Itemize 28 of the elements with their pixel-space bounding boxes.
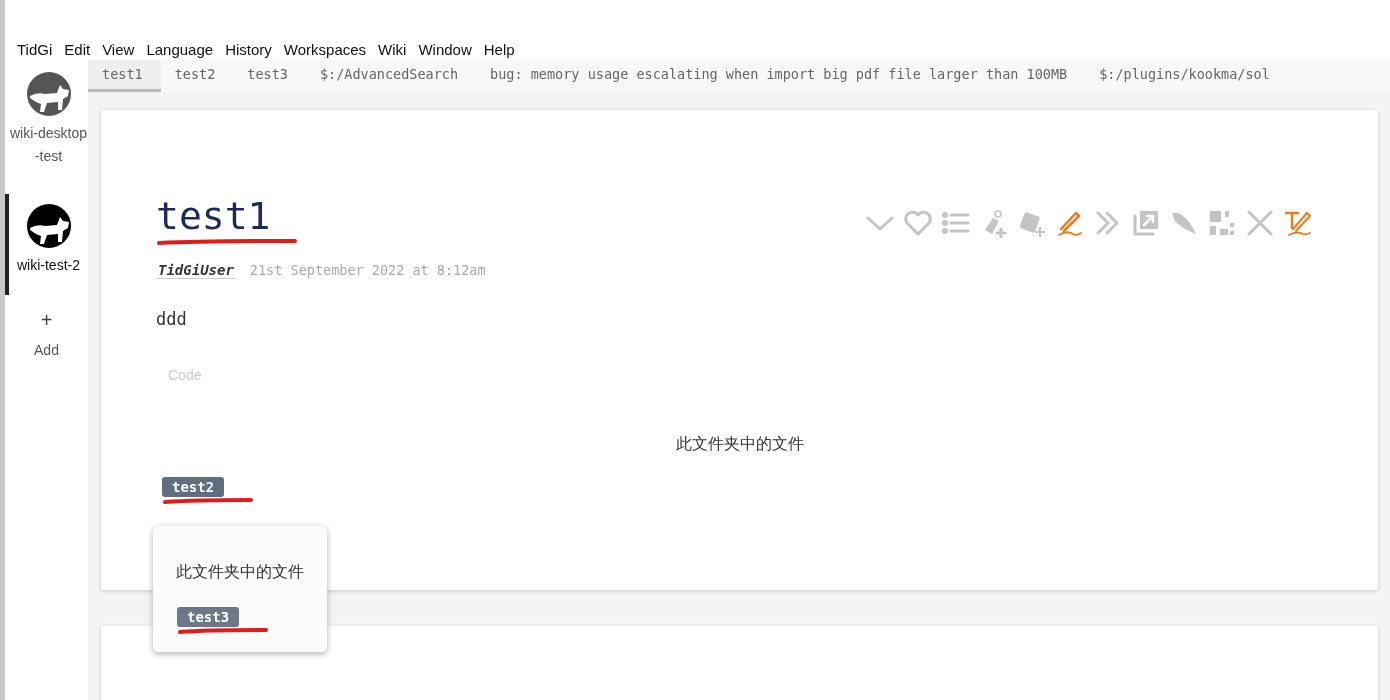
- tiddler-link[interactable]: test2: [162, 477, 225, 497]
- menu-item[interactable]: View: [96, 40, 141, 58]
- add-icon[interactable]: +: [40, 309, 53, 332]
- modifier-link[interactable]: TidGiUser: [156, 262, 236, 279]
- story-tab[interactable]: $:/plugins/kookma/sol: [1085, 60, 1288, 92]
- story-tab[interactable]: bug: memory usage escalating when import big pdf file larger than 100MB: [476, 60, 1086, 92]
- story-tab[interactable]: test1: [88, 60, 161, 92]
- menu-item[interactable]: Language: [140, 40, 220, 58]
- tiddler-title: test1: [156, 194, 272, 238]
- menu-item[interactable]: Workspaces: [277, 40, 373, 58]
- popup-heading: 此文件夹中的文件: [175, 562, 305, 582]
- menu-item[interactable]: TidGi: [11, 40, 59, 58]
- story-tab[interactable]: test2: [160, 60, 234, 92]
- modified-date: 21st September 2022 at 8:12am: [249, 262, 486, 278]
- story-tab[interactable]: $:/AdvancedSearch: [305, 60, 477, 92]
- menu-item[interactable]: History: [219, 40, 278, 58]
- body-text: ddd: [156, 309, 188, 329]
- menu-item[interactable]: Window: [412, 40, 478, 58]
- workspace-name: wiki-test-2: [16, 256, 81, 275]
- menu-item[interactable]: Edit: [58, 40, 97, 58]
- story-tab[interactable]: test3: [233, 60, 306, 92]
- menu-item[interactable]: Wiki: [372, 40, 413, 58]
- add-label[interactable]: Add: [34, 342, 59, 358]
- folder-heading: 此文件夹中的文件: [674, 434, 805, 454]
- menu-item[interactable]: Help: [477, 40, 521, 58]
- workspace-name: wiki-desktop-test: [9, 124, 88, 166]
- workspace-item[interactable]: wiki-desktop-test: [5, 72, 88, 186]
- tiddler-link[interactable]: test3: [177, 607, 240, 627]
